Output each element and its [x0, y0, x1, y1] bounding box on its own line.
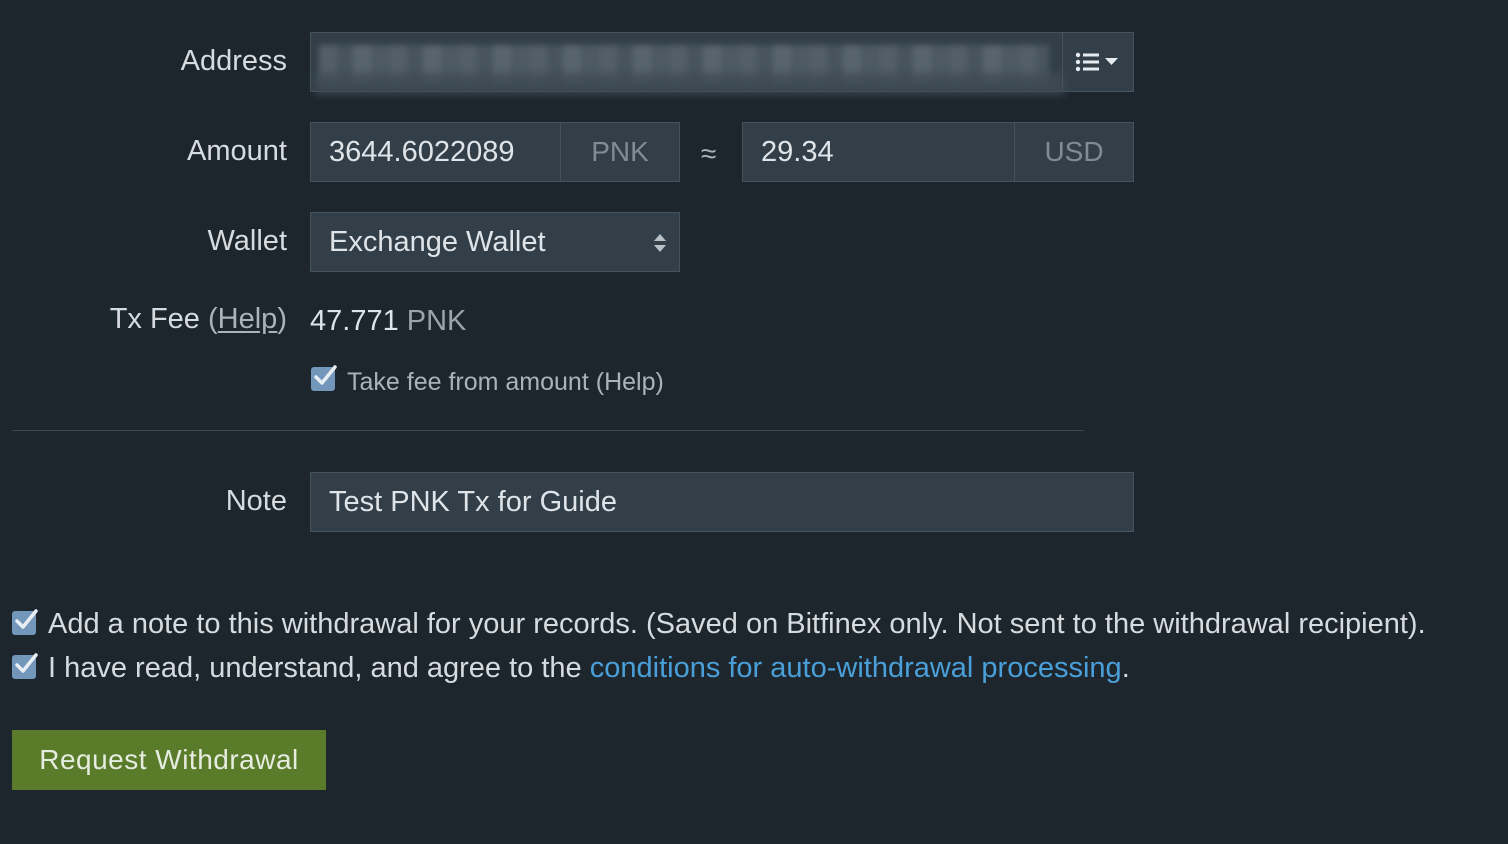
tx-fee-unit: PNK	[406, 305, 467, 337]
checkmark-icon	[15, 609, 38, 629]
amount-currency-addon: PNK	[560, 123, 679, 181]
tx-fee-close-paren: )	[277, 303, 287, 335]
take-fee-checkbox[interactable]	[311, 365, 337, 391]
agree-conditions-label: I have read, understand, and agree to th…	[48, 652, 1130, 685]
take-fee-label: Take fee from amount (Help)	[347, 368, 664, 397]
address-book-button[interactable]	[1062, 33, 1133, 91]
amount-input[interactable]: 3644.6022089 PNK	[310, 122, 680, 182]
tx-fee-value: 47.771 PNK	[310, 305, 466, 338]
tx-fee-label-text: Tx Fee	[109, 303, 200, 335]
request-withdrawal-button[interactable]: Request Withdrawal	[12, 730, 326, 790]
address-redacted-shadow	[315, 73, 1065, 95]
agree-conditions-checkbox[interactable]	[12, 653, 38, 679]
note-label: Note	[225, 485, 287, 517]
list-dropdown-icon	[1075, 52, 1118, 72]
conditions-link[interactable]: conditions for auto-withdrawal processin…	[590, 652, 1122, 684]
tx-fee-help-link[interactable]: Help	[218, 303, 278, 335]
tx-fee-label: Tx Fee (Help)	[110, 305, 287, 334]
checkmark-icon	[15, 653, 38, 673]
wallet-selected-value: Exchange Wallet	[329, 225, 546, 258]
address-input[interactable]	[310, 32, 1134, 95]
amount-value: 3644.6022089	[329, 135, 515, 168]
take-fee-close-paren: )	[655, 368, 664, 396]
tx-fee-amount: 47.771	[310, 305, 399, 337]
tx-fee-open-paren: (	[208, 303, 218, 335]
section-divider	[12, 430, 1084, 431]
take-fee-open-paren: (	[595, 368, 605, 396]
withdrawal-form: Address Amount 3644.6022089 PNK ≈ 29.34 …	[0, 0, 1508, 844]
add-note-checkbox[interactable]	[12, 609, 38, 635]
usd-value: 29.34	[761, 135, 834, 168]
agree-suffix: .	[1121, 652, 1130, 684]
checkmark-icon	[314, 365, 337, 385]
address-label: Address	[180, 45, 287, 77]
agree-prefix: I have read, understand, and agree to th…	[48, 652, 590, 684]
approx-symbol: ≈	[701, 138, 717, 169]
note-value: Test PNK Tx for Guide	[329, 485, 617, 518]
take-fee-label-text: Take fee from amount	[347, 368, 589, 396]
usd-amount-input[interactable]: 29.34 USD	[742, 122, 1134, 182]
add-note-label: Add a note to this withdrawal for your r…	[48, 608, 1426, 640]
take-fee-help-link[interactable]: Help	[604, 368, 655, 396]
wallet-label: Wallet	[207, 225, 288, 257]
usd-currency-addon: USD	[1014, 123, 1133, 181]
select-arrows-icon	[654, 234, 666, 252]
wallet-select[interactable]: Exchange Wallet	[310, 212, 680, 272]
amount-label: Amount	[187, 135, 287, 167]
note-input[interactable]: Test PNK Tx for Guide	[310, 472, 1134, 532]
